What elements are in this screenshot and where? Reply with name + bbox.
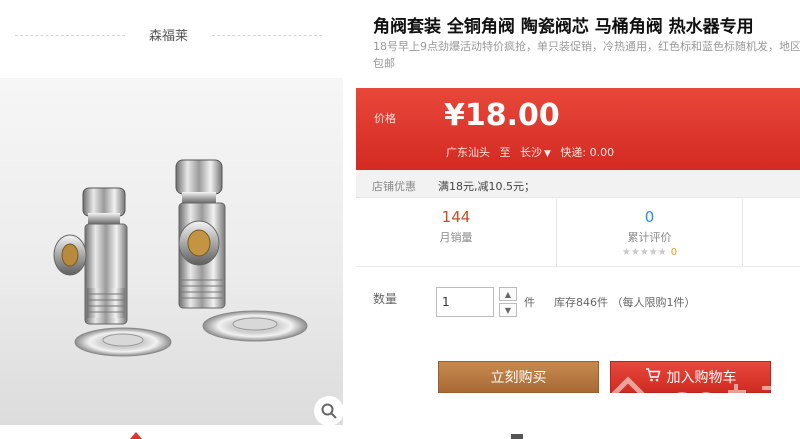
- product-gallery: 森福莱: [0, 0, 345, 439]
- price-label: 价格: [374, 112, 396, 125]
- magnifier-icon: [321, 403, 337, 419]
- divider: [15, 35, 125, 36]
- product-page: 森福莱 角阀套装 全铜角阀 陶瓷阀芯 马桶角阀 热水器专用 18号早上9点劲爆活…: [0, 0, 800, 439]
- quantity-decrease-button[interactable]: ▼: [499, 303, 517, 317]
- shipping-cost: 快递: 0.00: [560, 146, 615, 159]
- chevron-down-icon: ▼: [544, 149, 551, 159]
- shop-name[interactable]: 森福莱: [125, 25, 212, 44]
- star-rating-icon: ★★★★★: [621, 247, 667, 258]
- quantity-row: 数量 ▲ ▼ 件 库存846件 （每人限购1件）: [356, 283, 800, 323]
- watermark: [596, 352, 800, 439]
- stock-info: 库存846件 （每人限购1件）: [554, 296, 696, 309]
- product-stats: 144 月销量 0 累计评价 ★★★★★ 0: [356, 199, 800, 267]
- ship-to-label: 至: [499, 146, 511, 159]
- buy-now-label: 立刻购买: [490, 370, 547, 386]
- watermark-logo-icon: [602, 376, 792, 435]
- promo-label: 店铺优惠: [372, 180, 416, 193]
- price-panel: 价格 ¥18.00 广东汕头 至 长沙 ▼ 快递: 0.00: [356, 88, 800, 170]
- zoom-button[interactable]: [314, 396, 344, 426]
- product-title: 角阀套装 全铜角阀 陶瓷阀芯 马桶角阀 热水器专用: [373, 17, 754, 37]
- buy-now-button[interactable]: 立刻购买: [438, 361, 599, 393]
- shop-promotion: 店铺优惠 满18元,减10.5元；: [356, 170, 800, 198]
- ship-destination-select[interactable]: 长沙 ▼: [520, 146, 560, 159]
- reviews-label: 累计评价: [627, 231, 672, 244]
- price-value: ¥18.00: [444, 98, 560, 133]
- divider: [212, 35, 322, 36]
- ship-origin: 广东汕头: [446, 146, 490, 159]
- quantity-input[interactable]: [436, 287, 494, 317]
- sales-count: 144: [441, 208, 471, 226]
- rating-row: ★★★★★ 0: [557, 247, 742, 258]
- total-reviews[interactable]: 0 累计评价 ★★★★★ 0: [556, 199, 742, 267]
- chevron-down-icon: ▼: [504, 305, 512, 315]
- sales-label: 月销量: [439, 231, 473, 244]
- rating-value: 0: [670, 247, 678, 258]
- reviews-count: 0: [644, 208, 655, 226]
- promo-text: 满18元,减10.5元；: [438, 180, 535, 193]
- quantity-increase-button[interactable]: ▲: [499, 287, 517, 301]
- quantity-unit: 件: [524, 296, 535, 309]
- chevron-up-icon: ▲: [504, 289, 512, 299]
- monthly-sales: 144 月销量: [356, 199, 556, 267]
- stat-column-extra: [742, 199, 800, 267]
- shop-header: 森福莱: [0, 0, 345, 70]
- quantity-label: 数量: [373, 292, 398, 306]
- shipping-info: 广东汕头 至 长沙 ▼ 快递: 0.00: [446, 144, 614, 160]
- product-subtitle: 18号早上9点劲爆活动特价疯抢，单只装促销，冷热通用，红色标和蓝色标随机发，地区…: [373, 40, 800, 70]
- product-image[interactable]: [0, 78, 343, 425]
- ship-destination: 长沙: [520, 146, 542, 159]
- scroll-indicator: [511, 434, 523, 439]
- thumbnail-indicator: [130, 432, 142, 439]
- angle-valve-photo: [53, 159, 308, 357]
